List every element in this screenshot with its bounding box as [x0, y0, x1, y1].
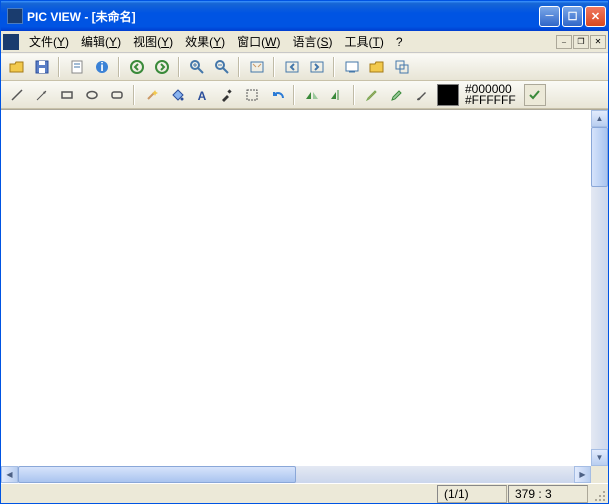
horizontal-scroll-thumb[interactable] — [18, 466, 296, 483]
save-button[interactable] — [30, 56, 53, 79]
separator-icon — [133, 85, 135, 105]
fill-tool-button[interactable] — [165, 83, 188, 106]
undo-button[interactable] — [265, 83, 288, 106]
title-bar[interactable]: PIC VIEW - [未命名] ─ ☐ ✕ — [1, 1, 608, 31]
first-page-button[interactable] — [280, 56, 303, 79]
select-tool-button[interactable] — [240, 83, 263, 106]
canvas[interactable] — [1, 110, 591, 466]
main-toolbar: i — [1, 53, 608, 81]
last-page-button[interactable] — [305, 56, 328, 79]
roundrect-tool-button[interactable] — [105, 83, 128, 106]
separator-icon — [118, 57, 120, 77]
open-button[interactable] — [5, 56, 28, 79]
properties-button[interactable] — [65, 56, 88, 79]
menu-window[interactable]: 窗口(W) — [231, 31, 286, 52]
separator-icon — [238, 57, 240, 77]
resize-grip[interactable] — [589, 485, 607, 503]
info-button[interactable]: i — [90, 56, 113, 79]
doc-icon — [3, 34, 19, 50]
app-icon — [7, 8, 23, 24]
menu-file[interactable]: 文件(Y) — [23, 31, 75, 52]
separator-icon — [273, 57, 275, 77]
menu-tools[interactable]: 工具(T) — [339, 31, 390, 52]
separator-icon — [58, 57, 60, 77]
flip-horizontal-button[interactable] — [300, 83, 323, 106]
pencil-button[interactable] — [360, 83, 383, 106]
draw-toolbar: A #000000 #FFFFFF — [1, 81, 608, 109]
status-page: (1/1) — [437, 485, 507, 503]
rect-tool-button[interactable] — [55, 83, 78, 106]
menu-help[interactable]: ? — [390, 33, 409, 51]
magic-wand-button[interactable] — [140, 83, 163, 106]
app-window: PIC VIEW - [未命名] ─ ☐ ✕ 文件(Y) 编辑(Y) 视图(Y)… — [0, 0, 609, 504]
status-coordinates: 379 : 3 — [508, 485, 588, 503]
vertical-scrollbar[interactable]: ▲ ▼ — [591, 110, 608, 466]
mdi-minimize-button[interactable]: – — [556, 35, 572, 49]
separator-icon — [353, 85, 355, 105]
brush-button[interactable] — [410, 83, 433, 106]
vertical-scroll-thumb[interactable] — [591, 127, 608, 187]
cascade-button[interactable] — [390, 56, 413, 79]
zoom-out-button[interactable] — [210, 56, 233, 79]
flip-vertical-button[interactable] — [325, 83, 348, 106]
close-button[interactable]: ✕ — [585, 6, 606, 27]
ellipse-tool-button[interactable] — [80, 83, 103, 106]
scroll-up-button[interactable]: ▲ — [591, 110, 608, 127]
next-button[interactable] — [150, 56, 173, 79]
background-color-value: #FFFFFF — [465, 95, 516, 106]
menu-lang[interactable]: 语言(S) — [286, 31, 338, 52]
separator-icon — [293, 85, 295, 105]
text-tool-button[interactable]: A — [190, 83, 213, 106]
line-tool-button[interactable] — [5, 83, 28, 106]
scroll-left-button[interactable]: ◀ — [1, 466, 18, 483]
mdi-restore-button[interactable]: ❐ — [573, 35, 589, 49]
status-bar: (1/1) 379 : 3 — [1, 483, 608, 503]
slideshow-button[interactable] — [340, 56, 363, 79]
horizontal-scroll-track[interactable] — [18, 466, 574, 483]
menu-bar: 文件(Y) 编辑(Y) 视图(Y) 效果(Y) 窗口(W) 语言(S) 工具(T… — [1, 31, 608, 53]
scroll-corner — [591, 466, 608, 483]
menu-edit[interactable]: 编辑(Y) — [75, 31, 127, 52]
arrow-tool-button[interactable] — [30, 83, 53, 106]
scroll-down-button[interactable]: ▼ — [591, 449, 608, 466]
svg-text:A: A — [197, 89, 206, 103]
menu-effect[interactable]: 效果(Y) — [179, 31, 231, 52]
horizontal-scrollbar[interactable]: ◀ ▶ — [1, 466, 591, 483]
minimize-button[interactable]: ─ — [539, 6, 560, 27]
color-swatch[interactable] — [437, 84, 459, 106]
browse-button[interactable] — [365, 56, 388, 79]
eyedropper-button[interactable] — [215, 83, 238, 106]
scroll-right-button[interactable]: ▶ — [574, 466, 591, 483]
prev-button[interactable] — [125, 56, 148, 79]
maximize-button[interactable]: ☐ — [562, 6, 583, 27]
separator-icon — [178, 57, 180, 77]
svg-text:i: i — [100, 60, 103, 74]
vertical-scroll-track[interactable] — [591, 187, 608, 449]
marker-button[interactable] — [385, 83, 408, 106]
window-title: PIC VIEW - [未命名] — [27, 8, 539, 25]
separator-icon — [333, 57, 335, 77]
client-area: ▲ ▼ — [1, 109, 608, 466]
mdi-close-button[interactable]: ✕ — [590, 35, 606, 49]
fit-window-button[interactable] — [245, 56, 268, 79]
menu-view[interactable]: 视图(Y) — [127, 31, 179, 52]
zoom-in-button[interactable] — [185, 56, 208, 79]
apply-color-button[interactable] — [524, 84, 546, 106]
color-readout: #000000 #FFFFFF — [465, 84, 516, 106]
